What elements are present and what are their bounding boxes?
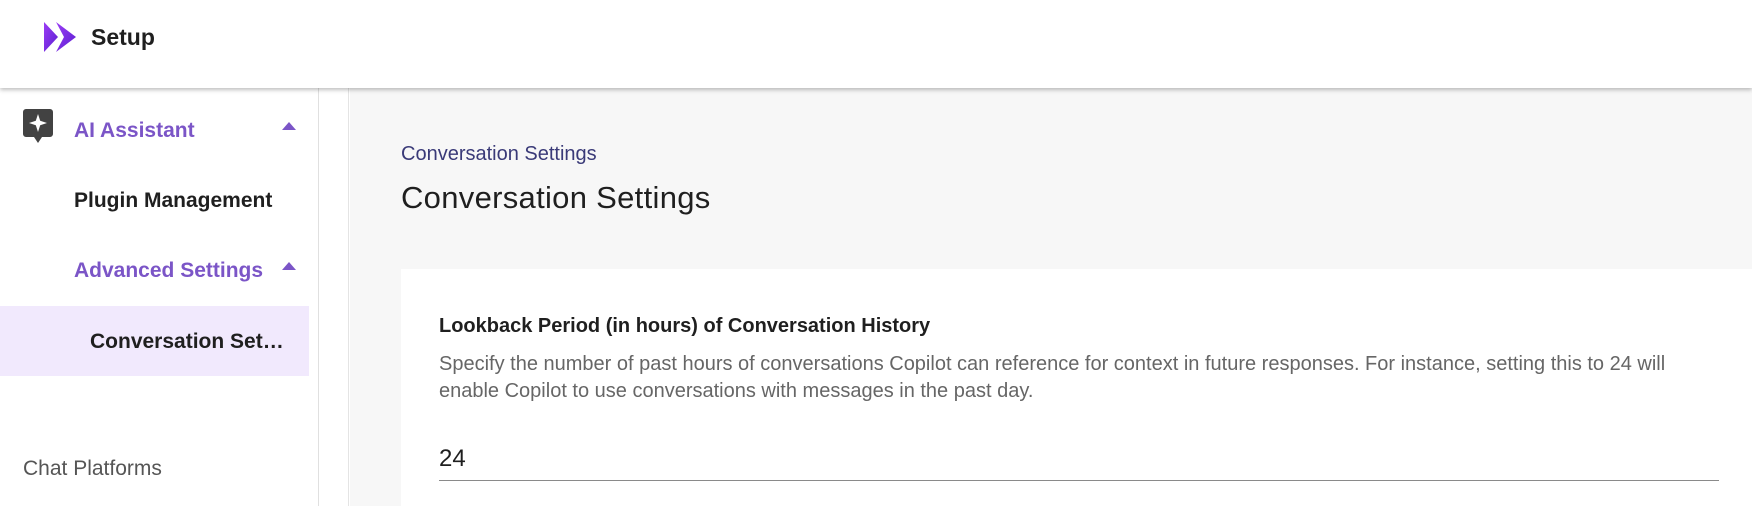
settings-card: Lookback Period (in hours) of Conversati… — [401, 269, 1752, 529]
sidebar-scroll-gutter — [319, 88, 349, 506]
lookback-period-help: Specify the number of past hours of conv… — [439, 353, 1666, 402]
breadcrumb[interactable]: Conversation Settings — [401, 143, 597, 166]
lookback-period-input[interactable] — [439, 437, 1719, 481]
page-title: Conversation Settings — [401, 180, 711, 215]
sidebar-item-conversation-settings[interactable]: Conversation Set… — [0, 306, 309, 376]
double-chevron-logo-icon — [44, 22, 76, 52]
sidebar-item-plugin-management[interactable]: Plugin Management — [0, 158, 309, 228]
chevron-up-icon[interactable] — [282, 122, 296, 130]
sidebar: AI Assistant Plugin Management Advanced … — [0, 88, 319, 506]
sidebar-item-label: AI Assistant — [74, 119, 195, 142]
sparkle-chat-icon — [23, 109, 53, 143]
sidebar-item-ai-assistant[interactable]: AI Assistant — [0, 88, 309, 158]
app-title: Setup — [91, 24, 155, 50]
sidebar-item-advanced-settings[interactable]: Advanced Settings — [0, 228, 309, 298]
main-content: Conversation Settings Conversation Setti… — [350, 88, 1752, 529]
chevron-up-icon[interactable] — [282, 262, 296, 270]
lookback-period-label: Lookback Period (in hours) of Conversati… — [439, 315, 931, 337]
sidebar-item-label: Advanced Settings — [74, 259, 264, 282]
top-bar: Setup — [0, 0, 1752, 88]
sidebar-item-label: Plugin Management — [74, 189, 273, 212]
sidebar-section-chat-platforms[interactable]: Chat Platforms — [23, 457, 162, 481]
sidebar-item-label: Conversation Set… — [90, 330, 284, 353]
